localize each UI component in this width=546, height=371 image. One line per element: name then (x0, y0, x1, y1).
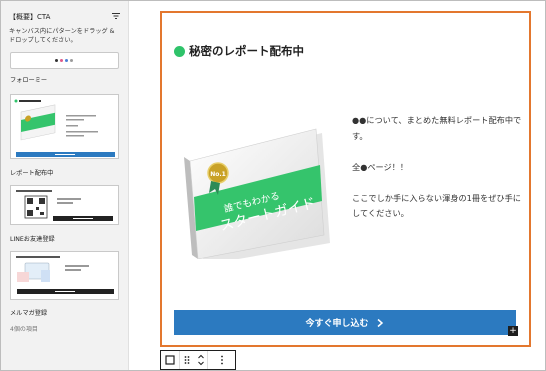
mailmag-thumbnail-graphic (11, 252, 118, 299)
move-up-down-buttons[interactable] (194, 351, 208, 369)
pattern-thumbnail-mailmag[interactable] (10, 251, 119, 300)
pattern-label-mailmag: メルマガ登録 (10, 310, 48, 317)
pattern-label-line: LINEお友達登録 (10, 236, 55, 243)
dot (55, 59, 58, 62)
color-dots (55, 59, 73, 62)
paragraph: ここでしか手に入らない渾身の1冊をぜひ手にしてください。 (352, 192, 521, 219)
report-thumbnail-graphic (11, 95, 118, 158)
pattern-thumbnail-line[interactable] (10, 185, 119, 225)
apply-now-button[interactable]: 今すぐ申し込む (174, 310, 516, 335)
pattern-label-follow-me: フォローミー (10, 77, 48, 84)
paragraph: ●●について、まとめた無料レポート配布中です。 (352, 115, 522, 141)
pattern-thumbnail-report[interactable] (10, 94, 119, 159)
pattern-count: 4個の項目 (10, 326, 38, 333)
chevron-right-icon (377, 318, 383, 327)
editor-canvas-block[interactable]: 秘密のレポート配布中 No.1 誰でもわかる スタートガイド ●●について、まと… (160, 11, 531, 347)
drag-handle-icon (184, 356, 190, 364)
pattern-sidebar: 【概要】CTA キャンバス内にパターンをドラッグ & ドロップしてください。 フ… (1, 1, 129, 370)
dot (65, 59, 68, 62)
sidebar-description: キャンバス内にパターンをドラッグ & ドロップしてください。 (9, 28, 115, 44)
more-options-button[interactable] (208, 351, 235, 369)
block-type-icon (165, 355, 175, 365)
block-type-button[interactable] (161, 351, 180, 369)
pattern-label-report: レポート配布中 (10, 170, 54, 177)
chevron-up-down-icon (197, 354, 204, 366)
heading-text: 秘密のレポート配布中 (189, 44, 304, 58)
drag-handle[interactable] (180, 351, 194, 369)
block-body-text: ●●について、まとめた無料レポート配布中です。 全●ページ！！ ここでしか手に入… (352, 113, 522, 237)
block-heading: 秘密のレポート配布中 (174, 43, 304, 59)
paragraph: 全●ページ！！ (352, 161, 409, 172)
dot (60, 59, 63, 62)
line-thumbnail-graphic (11, 186, 118, 224)
block-toolbar (160, 350, 236, 370)
apply-now-label: 今すぐ申し込む (305, 319, 369, 329)
sidebar-title: 【概要】CTA (9, 13, 51, 21)
filter-icon[interactable] (111, 11, 121, 21)
green-circle-icon (174, 45, 185, 57)
dot (70, 59, 73, 62)
sidebar-header: 【概要】CTA (9, 10, 121, 24)
add-block-button[interactable]: + (508, 326, 518, 336)
book-cover-image: No.1 誰でもわかる スタートガイド (184, 128, 330, 259)
book-badge-text: No.1 (210, 171, 226, 178)
more-vertical-icon (220, 355, 223, 365)
pattern-preview-strip[interactable] (10, 52, 119, 69)
